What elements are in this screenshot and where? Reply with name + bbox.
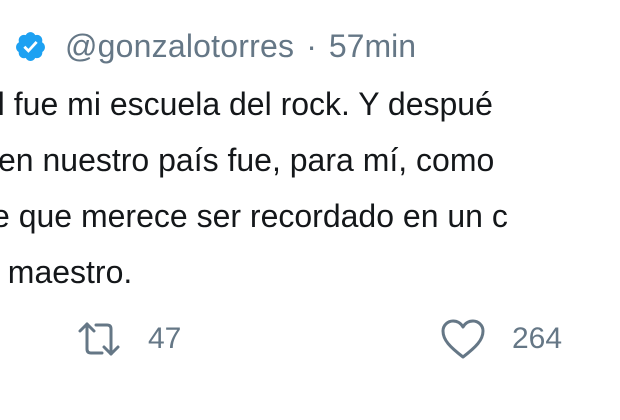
tweet-timestamp[interactable]: 57min <box>329 28 416 65</box>
verified-badge-icon <box>16 31 45 61</box>
tweet-text-segment: fue mi escuela del rock. Y despué <box>4 86 493 122</box>
retweet-icon <box>78 322 120 356</box>
like-button[interactable]: 264 <box>440 314 562 364</box>
tweet-header: @gonzalotorres · 57min <box>0 18 416 74</box>
tweet-text-line: l fue mi escuela del rock. Y despué <box>0 76 620 132</box>
tweet-text-line: en nuestro país fue, para mí, como <box>0 142 495 178</box>
retweet-button[interactable]: 47 <box>76 314 181 364</box>
user-handle[interactable]: @gonzalotorres <box>65 28 294 65</box>
tweet-actions: 47 264 <box>0 314 620 364</box>
heart-icon <box>441 319 485 359</box>
tweet-text: l fue mi escuela del rock. Y despué en n… <box>0 76 620 300</box>
tweet-card: @gonzalotorres · 57min l fue mi escuela … <box>0 0 620 420</box>
like-count: 264 <box>512 322 563 355</box>
tweet-text-line: , maestro. <box>0 254 133 290</box>
retweet-count: 47 <box>148 322 182 355</box>
separator-dot: · <box>306 27 317 64</box>
tweet-text-line: e que merece ser recordado en un c <box>0 198 508 234</box>
